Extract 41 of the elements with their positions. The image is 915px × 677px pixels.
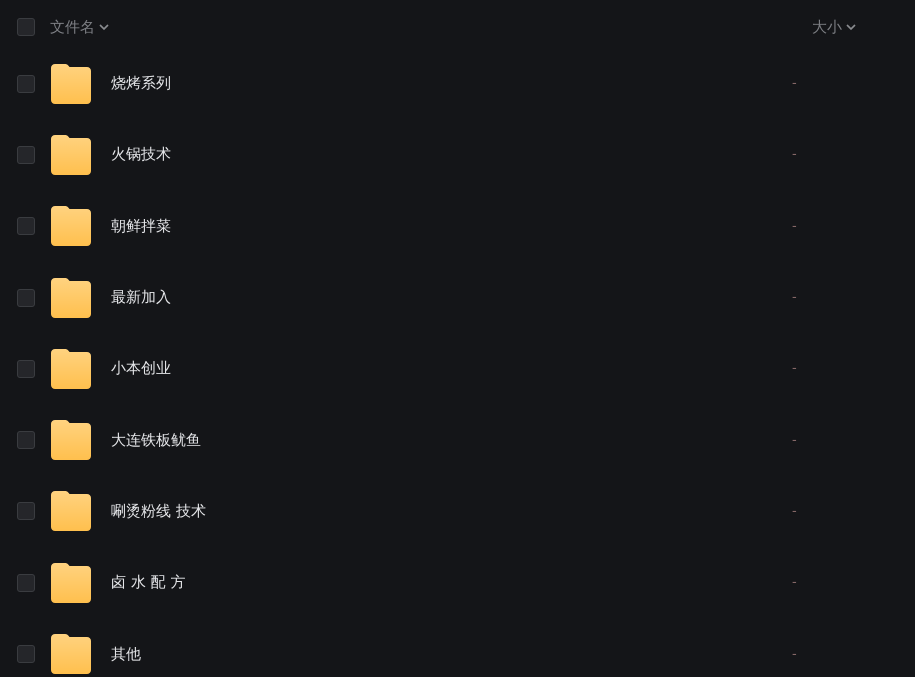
folder-icon	[51, 491, 91, 532]
folder-icon	[51, 64, 91, 104]
file-size: -	[792, 575, 797, 590]
row-checkbox[interactable]	[17, 360, 35, 378]
size-sort-button[interactable]: 大小	[812, 18, 856, 36]
folder-icon	[51, 348, 91, 389]
chevron-down-icon	[846, 24, 856, 30]
chevron-down-icon	[99, 24, 109, 30]
file-name[interactable]: 唰烫粉线 技术	[111, 502, 792, 521]
file-size: -	[792, 432, 797, 448]
folder-icon	[51, 206, 91, 246]
file-name[interactable]: 小本创业	[111, 359, 792, 378]
folder-icon	[51, 562, 91, 603]
name-sort-button[interactable]: 文件名	[50, 18, 812, 36]
row-checkbox[interactable]	[17, 574, 35, 592]
file-size: -	[792, 76, 797, 92]
folder-icon	[51, 278, 91, 318]
row-checkbox[interactable]	[17, 74, 35, 93]
select-all-checkbox[interactable]	[17, 18, 35, 36]
folder-icon	[51, 634, 91, 674]
row-checkbox[interactable]	[17, 645, 35, 664]
row-checkbox[interactable]	[17, 502, 35, 520]
file-size: -	[792, 504, 797, 519]
file-name[interactable]: 烧烤系列	[111, 74, 792, 94]
file-size: -	[792, 147, 797, 162]
file-name[interactable]: 朝鲜拌菜	[111, 216, 792, 236]
file-size: -	[792, 646, 797, 662]
folder-icon	[51, 420, 91, 460]
file-size: -	[792, 361, 797, 376]
file-name[interactable]: 其他	[111, 644, 792, 664]
row-checkbox[interactable]	[17, 431, 35, 450]
file-size: -	[792, 218, 797, 234]
file-size: -	[792, 290, 797, 306]
file-name[interactable]: 最新加入	[111, 288, 792, 308]
row-checkbox[interactable]	[17, 217, 35, 236]
row-checkbox[interactable]	[17, 146, 35, 164]
file-name[interactable]: 火锅技术	[111, 145, 792, 164]
file-name[interactable]: 大连铁板鱿鱼	[111, 430, 792, 450]
file-name[interactable]: 卤 水 配 方	[111, 573, 792, 592]
folder-icon	[51, 134, 91, 175]
row-checkbox[interactable]	[17, 288, 35, 307]
